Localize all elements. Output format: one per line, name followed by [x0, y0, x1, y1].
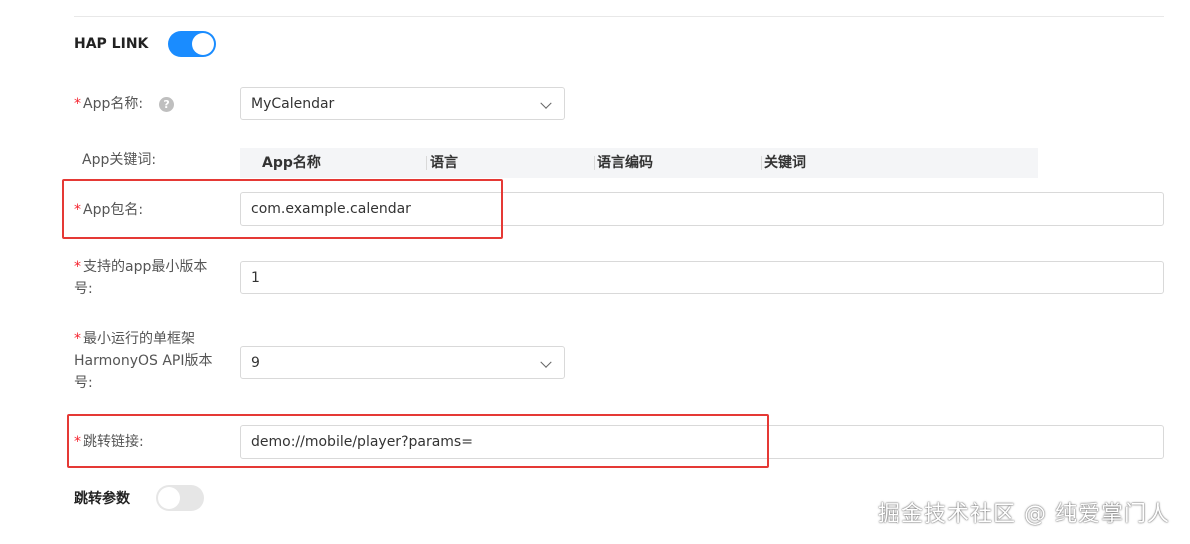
app-name-label-group: * App名称:?	[74, 94, 175, 114]
required-mark: *	[74, 331, 81, 347]
column-header-language-code: 语言编码	[597, 155, 653, 171]
min-app-version-label-line1: 支持的app最小版本	[83, 259, 208, 275]
min-app-version-value: 1	[251, 269, 260, 286]
column-header-language: 语言	[430, 155, 458, 171]
column-separator	[761, 156, 762, 170]
chevron-down-icon	[540, 356, 552, 368]
hap-link-toggle[interactable]	[168, 31, 216, 57]
highlight-box-jump-link	[67, 414, 769, 468]
min-api-version-value: 9	[251, 354, 260, 371]
min-app-version-input[interactable]: 1	[240, 261, 1164, 294]
jump-params-toggle[interactable]	[156, 485, 204, 511]
min-app-version-label-line2: 号:	[74, 281, 93, 297]
app-name-value: MyCalendar	[251, 95, 335, 112]
chevron-down-icon	[540, 97, 552, 109]
app-name-label: App名称:	[83, 96, 144, 112]
required-mark: *	[74, 259, 81, 275]
column-separator	[594, 156, 595, 170]
watermark: 掘金技术社区 @ 纯爱掌门人	[878, 502, 1170, 527]
top-divider	[74, 16, 1164, 17]
min-api-version-label-group: * 最小运行的单框架 HarmonyOS API版本 号:	[74, 329, 212, 393]
app-keywords-label: App关键词:	[82, 152, 157, 168]
app-name-select[interactable]: MyCalendar	[240, 87, 565, 120]
min-api-version-label-line1: 最小运行的单框架	[83, 331, 195, 347]
required-mark: *	[74, 96, 81, 112]
min-api-version-label-line2: HarmonyOS API版本	[74, 353, 213, 369]
question-circle-icon[interactable]: ?	[159, 97, 175, 112]
highlight-box-package	[62, 179, 503, 239]
jump-params-label: 跳转参数	[74, 491, 130, 507]
column-header-app-name: App名称	[262, 155, 321, 171]
min-api-version-select[interactable]: 9	[240, 346, 565, 379]
column-separator	[426, 156, 427, 170]
hap-link-label: HAP LINK	[74, 36, 149, 52]
keywords-table-header: App名称 语言 语言编码 关键词	[240, 148, 1038, 178]
column-header-keywords: 关键词	[764, 155, 806, 171]
jump-params-row: 跳转参数	[74, 488, 130, 508]
min-api-version-label-line3: 号:	[74, 375, 93, 391]
toggle-knob	[158, 487, 180, 509]
hap-link-row: HAP LINK	[74, 36, 148, 52]
min-app-version-label-group: * 支持的app最小版本 号:	[74, 257, 207, 299]
toggle-knob	[192, 33, 214, 55]
